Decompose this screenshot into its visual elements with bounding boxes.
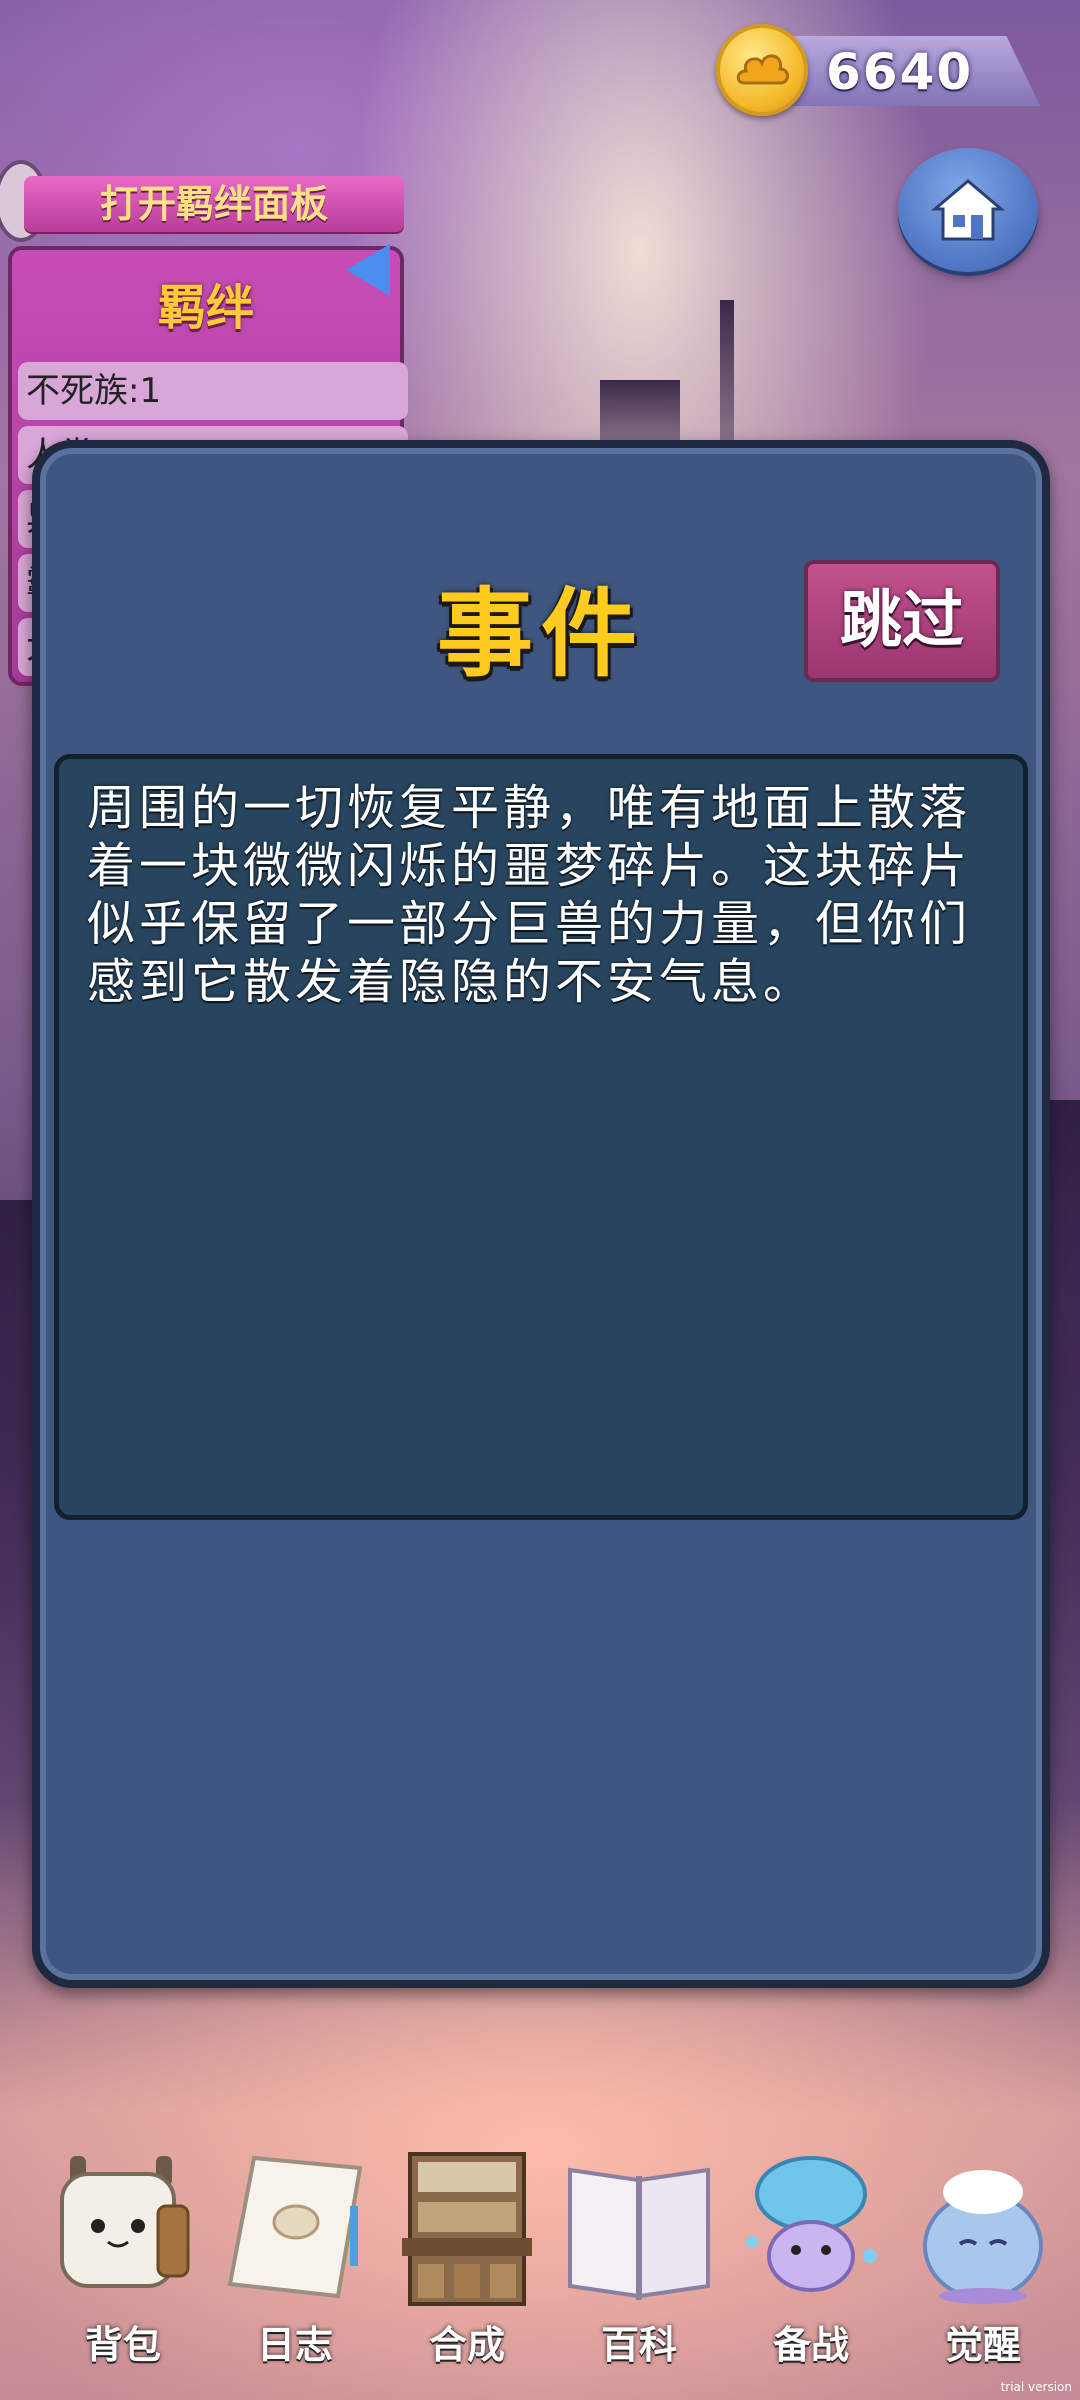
game-screen: 6640 羁绊 不死族:1 人类:1 异 霸 大 打开羁绊面板 事件 跳过 周围… (0, 0, 1080, 2400)
journal-icon (227, 2155, 363, 2299)
nav-prepare[interactable]: 备战 (726, 2136, 896, 2367)
event-description: 周围的一切恢复平静，唯有地面上散落着一块微微闪烁的噩梦碎片。这块碎片似乎保留了一… (87, 780, 972, 1010)
home-button[interactable] (898, 148, 1038, 272)
crafting-shelf-icon (402, 2152, 532, 2306)
event-dialog: 事件 跳过 周围的一切恢复平静，唯有地面上散落着一块微微闪烁的噩梦碎片。这块碎片… (32, 440, 1050, 1988)
open-book-icon (568, 2167, 710, 2300)
bond-panel-title: 羁绊 (157, 280, 254, 336)
watermark: trial version (1000, 2380, 1072, 2394)
coin-icon (716, 24, 808, 116)
nav-awaken[interactable]: 觉醒 (898, 2136, 1068, 2367)
mushroom-slime-icon (746, 2156, 877, 2292)
nav-journal[interactable]: 日志 (210, 2136, 380, 2367)
nav-label: 备战 (772, 2323, 849, 2367)
nav-label: 百科 (600, 2323, 677, 2367)
nav-label: 合成 (428, 2323, 505, 2367)
open-bond-panel-button[interactable]: 打开羁绊面板 (24, 176, 404, 232)
coin-symbol (736, 54, 789, 85)
nav-label: 背包 (84, 2323, 161, 2367)
nav-encyclopedia[interactable]: 百科 (554, 2136, 724, 2367)
home-icon (931, 179, 1005, 241)
nav-label: 日志 (256, 2323, 333, 2367)
collapse-arrow-icon[interactable] (346, 244, 390, 296)
nav-crafting[interactable]: 合成 (382, 2136, 552, 2367)
bond-item: 不死族:1 (18, 362, 408, 420)
background-cliff (0, 1200, 34, 1900)
event-text-box: 周围的一切恢复平静，唯有地面上散落着一块微微闪烁的噩梦碎片。这块碎片似乎保留了一… (54, 754, 1028, 1520)
skip-button[interactable]: 跳过 (804, 560, 1000, 682)
nav-backpack[interactable]: 背包 (38, 2136, 208, 2367)
awakening-slime-icon (923, 2170, 1043, 2304)
nav-label: 觉醒 (944, 2323, 1021, 2367)
backpack-icon (60, 2156, 190, 2288)
coin-amount: 6640 (826, 43, 974, 101)
